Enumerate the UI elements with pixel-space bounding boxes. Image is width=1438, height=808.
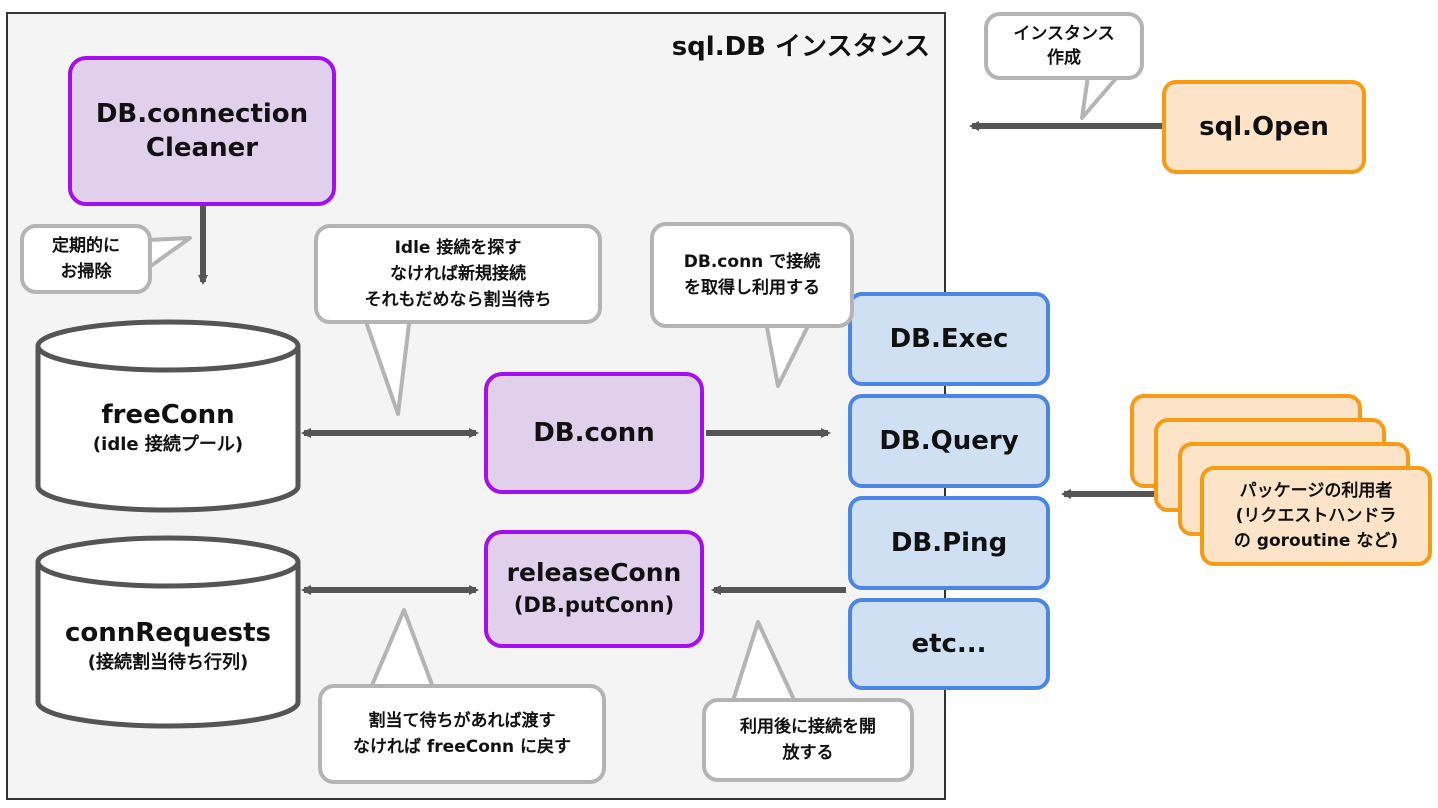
- tail-hand-over: [368, 608, 436, 692]
- callout-get-conn: DB.conn で接続 を取得し利用する: [650, 222, 854, 328]
- users-line1: パッケージの利用者: [1239, 480, 1393, 501]
- callout-find-idle: Idle 接続を探す なければ新規接続 それもだめなら割当待ち: [314, 224, 602, 324]
- callout-cleanup-line2: お掃除: [60, 262, 112, 282]
- callout-hand-over-line2: なければ freeConn に戻す: [352, 737, 572, 757]
- release-conn-box: releaseConn (DB.putConn): [484, 530, 704, 648]
- method-etc-box: etc...: [848, 598, 1050, 690]
- users-line2: (リクエストハンドラ: [1235, 505, 1397, 526]
- callout-find-idle-line1: Idle 接続を探す: [394, 238, 522, 258]
- callout-release-after: 利用後に接続を開 放する: [702, 698, 914, 782]
- callout-instance-create-line1: インスタンス: [1013, 24, 1115, 44]
- sql-open-box: sql.Open: [1162, 80, 1366, 174]
- tail-get-conn: [764, 320, 812, 388]
- tail-find-idle: [362, 314, 412, 416]
- release-conn-line1: releaseConn: [506, 558, 682, 587]
- cleaner-line1: DB.connection: [95, 99, 309, 129]
- db-conn-box: DB.conn: [484, 372, 704, 494]
- users-line3: の goroutine など): [1233, 530, 1399, 551]
- connection-cleaner-box: DB.connection Cleaner: [68, 56, 336, 206]
- conn-requests-title: connRequests: [64, 618, 272, 648]
- tail-instance-create: [1080, 74, 1120, 120]
- users-box: パッケージの利用者 (リクエストハンドラ の goroutine など): [1200, 466, 1432, 566]
- callout-cleanup: 定期的に お掃除: [20, 224, 152, 294]
- callout-release-after-line2: 放する: [782, 743, 834, 763]
- conn-requests-label: connRequests (接続割当待ち行列): [38, 616, 298, 676]
- db-conn-label: DB.conn: [533, 418, 655, 448]
- method-etc-label: etc...: [911, 629, 987, 659]
- callout-find-idle-line2: なければ新規接続: [390, 264, 526, 284]
- callout-get-conn-line2: を取得し利用する: [684, 278, 820, 298]
- free-conn-title: freeConn: [101, 400, 235, 430]
- sql-open-label: sql.Open: [1199, 112, 1329, 142]
- callout-find-idle-line3: それもだめなら割当待ち: [364, 290, 552, 310]
- callout-get-conn-line1: DB.conn で接続: [683, 252, 821, 272]
- tail-cleanup: [146, 236, 192, 270]
- free-conn-subtitle: (idle 接続プール): [92, 434, 244, 455]
- release-conn-line2: (DB.putConn): [513, 593, 675, 617]
- method-ping-box: DB.Ping: [848, 496, 1050, 590]
- method-query-label: DB.Query: [879, 426, 1019, 456]
- callout-hand-over: 割当て待ちがあれば渡す なければ freeConn に戻す: [318, 684, 606, 784]
- callout-instance-create-line2: 作成: [1047, 48, 1081, 68]
- callout-instance-create: インスタンス 作成: [984, 12, 1144, 80]
- method-query-box: DB.Query: [848, 394, 1050, 488]
- conn-requests-subtitle: (接続割当待ち行列): [87, 652, 249, 673]
- method-ping-label: DB.Ping: [890, 528, 1008, 558]
- callout-cleanup-line1: 定期的に: [52, 236, 120, 256]
- callout-release-after-line1: 利用後に接続を開: [740, 717, 876, 737]
- callout-hand-over-line1: 割当て待ちがあれば渡す: [368, 711, 556, 731]
- tail-release-after: [730, 620, 798, 706]
- method-exec-label: DB.Exec: [889, 324, 1009, 354]
- free-conn-label: freeConn (idle 接続プール): [38, 398, 298, 458]
- method-exec-box: DB.Exec: [848, 292, 1050, 386]
- cleaner-line2: Cleaner: [145, 133, 259, 163]
